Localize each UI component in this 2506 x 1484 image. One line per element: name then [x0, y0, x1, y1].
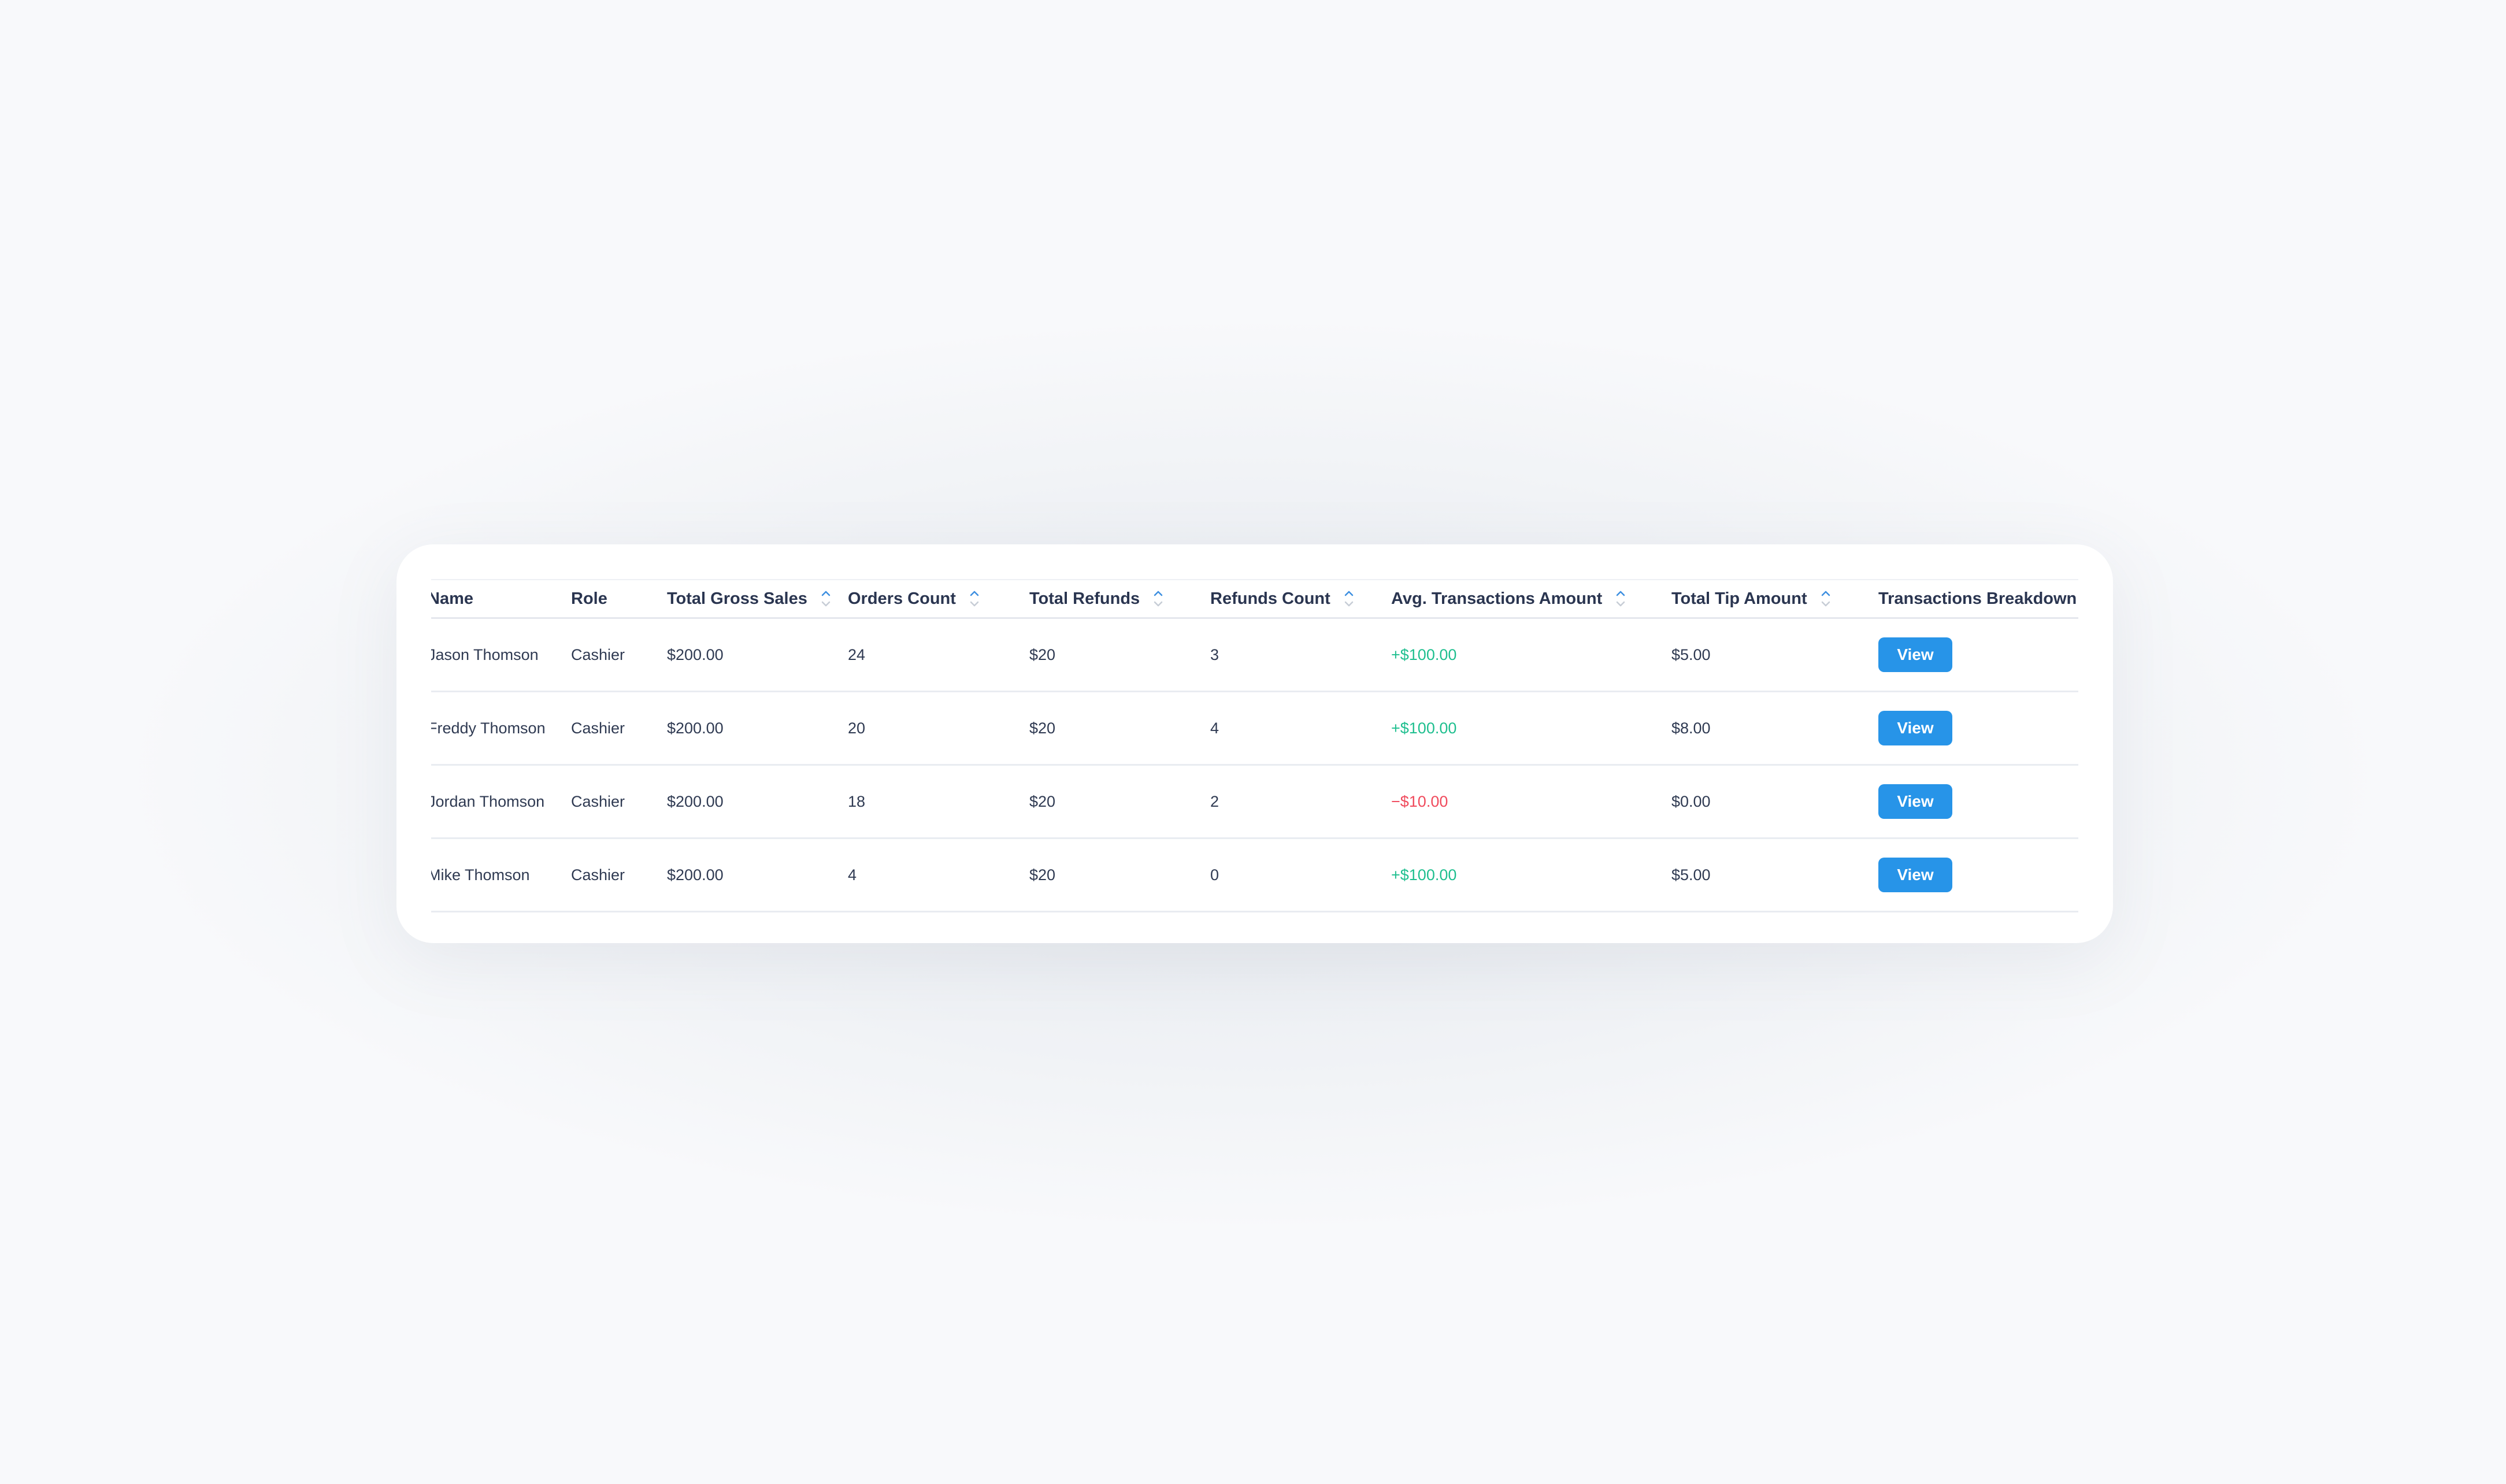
table-row: Freddy Thomson Cashier $200.00 20 $20 4 … [431, 692, 2078, 766]
cell-orders-count: 18 [848, 792, 866, 810]
cell-role: Cashier [571, 792, 625, 810]
staff-sales-table: Name Role Total Gross Sales Orders Count… [431, 579, 2078, 912]
cell-total-tip-amount: $8.00 [1671, 719, 1711, 737]
cell-name: Jordan Thomson [431, 792, 545, 810]
sort-arrows-icon[interactable] [1154, 590, 1163, 607]
view-breakdown-button[interactable]: View [1878, 637, 1952, 672]
cell-name: Mike Thomson [431, 866, 530, 884]
column-header-label: Orders Count [848, 589, 956, 608]
cell-total-gross-sales: $200.00 [667, 866, 724, 884]
cell-orders-count: 4 [848, 866, 857, 884]
cell-avg-transactions-amount: −$10.00 [1391, 792, 1448, 810]
view-breakdown-button[interactable]: View [1878, 784, 1952, 819]
table-header: Name Role Total Gross Sales Orders Count… [431, 579, 2078, 619]
sort-arrows-icon[interactable] [1344, 590, 1354, 607]
cell-total-gross-sales: $200.00 [667, 792, 724, 810]
table-row: Jason Thomson Cashier $200.00 24 $20 3 +… [431, 619, 2078, 692]
column-header-avg-transactions-amount[interactable]: Avg. Transactions Amount [1391, 580, 1625, 617]
cell-total-refunds: $20 [1029, 719, 1056, 737]
cell-orders-count: 20 [848, 719, 866, 737]
cell-transactions-breakdown: View [1878, 619, 1952, 691]
cell-refunds-count: 4 [1210, 719, 1219, 737]
cell-total-tip-amount: $5.00 [1671, 645, 1711, 663]
cell-avg-transactions-amount: +$100.00 [1391, 866, 1457, 884]
column-header-label: Total Gross Sales [667, 589, 807, 608]
column-header-total-refunds[interactable]: Total Refunds [1029, 580, 1163, 617]
cell-name: Freddy Thomson [431, 719, 546, 737]
cell-refunds-count: 2 [1210, 792, 1219, 810]
sort-arrows-icon[interactable] [1616, 590, 1625, 607]
cell-avg-transactions-amount: +$100.00 [1391, 719, 1457, 737]
sort-arrows-icon[interactable] [821, 590, 831, 607]
sort-arrows-icon[interactable] [1821, 590, 1830, 607]
cell-role: Cashier [571, 645, 625, 663]
column-header-label: Name [431, 589, 473, 608]
column-header-label: Avg. Transactions Amount [1391, 589, 1603, 608]
column-header-total-tip-amount[interactable]: Total Tip Amount [1671, 580, 1830, 617]
cell-total-gross-sales: $200.00 [667, 645, 724, 663]
cell-total-gross-sales: $200.00 [667, 719, 724, 737]
view-breakdown-button[interactable]: View [1878, 858, 1952, 892]
column-header-refunds-count[interactable]: Refunds Count [1210, 580, 1354, 617]
cell-orders-count: 24 [848, 645, 866, 663]
cell-role: Cashier [571, 719, 625, 737]
cell-refunds-count: 3 [1210, 645, 1219, 663]
column-header-label: Total Tip Amount [1671, 589, 1807, 608]
cell-total-tip-amount: $5.00 [1671, 866, 1711, 884]
cell-avg-transactions-amount: +$100.00 [1391, 645, 1457, 663]
column-header-orders-count[interactable]: Orders Count [848, 580, 979, 617]
cell-total-refunds: $20 [1029, 866, 1056, 884]
cell-role: Cashier [571, 866, 625, 884]
cell-total-refunds: $20 [1029, 645, 1056, 663]
cell-transactions-breakdown: View [1878, 766, 1952, 837]
column-header-label: Transactions Breakdown [1878, 589, 2077, 608]
cell-name: Jason Thomson [431, 645, 539, 663]
column-header-transactions-breakdown: Transactions Breakdown [1878, 580, 2077, 617]
column-header-label: Total Refunds [1029, 589, 1140, 608]
sort-arrows-icon[interactable] [970, 590, 979, 607]
column-header-role: Role [571, 580, 607, 617]
cell-total-refunds: $20 [1029, 792, 1056, 810]
column-header-label: Role [571, 589, 607, 608]
staff-sales-card: Name Role Total Gross Sales Orders Count… [396, 544, 2113, 943]
cell-total-tip-amount: $0.00 [1671, 792, 1711, 810]
table-row: Mike Thomson Cashier $200.00 4 $20 0 +$1… [431, 839, 2078, 912]
table-row: Jordan Thomson Cashier $200.00 18 $20 2 … [431, 766, 2078, 839]
column-header-total-gross-sales[interactable]: Total Gross Sales [667, 580, 831, 617]
cell-refunds-count: 0 [1210, 866, 1219, 884]
column-header-label: Refunds Count [1210, 589, 1330, 608]
view-breakdown-button[interactable]: View [1878, 711, 1952, 745]
cell-transactions-breakdown: View [1878, 839, 1952, 911]
cell-transactions-breakdown: View [1878, 692, 1952, 764]
column-header-name: Name [431, 580, 473, 617]
